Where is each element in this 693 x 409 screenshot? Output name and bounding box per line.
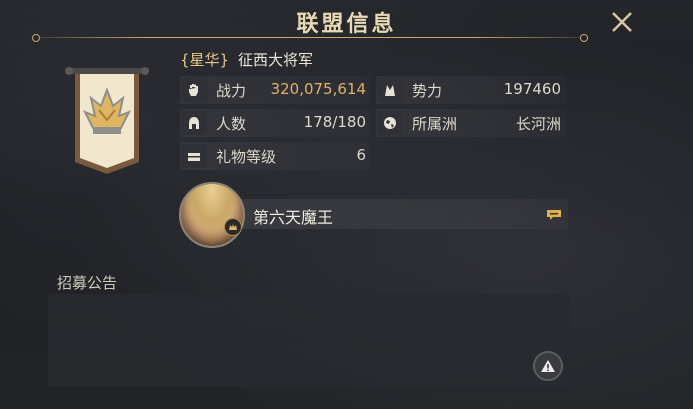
gift-level-value: 6 <box>356 146 366 164</box>
leader-name: 第六天魔王 <box>253 208 334 227</box>
close-icon <box>612 12 632 32</box>
power-value: 320,075,614 <box>270 80 366 98</box>
globe-icon <box>377 111 403 135</box>
influence-label: 势力 <box>412 82 443 100</box>
fist-icon <box>181 78 207 102</box>
region-label: 所属洲 <box>412 115 458 133</box>
close-button[interactable] <box>608 8 636 36</box>
chat-icon[interactable] <box>546 207 562 221</box>
influence-icon <box>377 78 403 102</box>
leader-crown-icon <box>224 218 242 236</box>
power-label: 战力 <box>216 82 247 100</box>
alliance-tag: {星华} <box>180 51 230 69</box>
gift-icon <box>181 144 207 168</box>
alliance-name: 征西大将军 <box>238 51 314 69</box>
warning-icon <box>541 360 555 372</box>
members-value: 178/180 <box>303 113 366 131</box>
recruit-announcement <box>48 294 570 387</box>
gift-level-label: 礼物等级 <box>216 148 277 166</box>
page-title: 联盟信息 <box>296 12 397 37</box>
title-divider <box>32 34 588 42</box>
members-label: 人数 <box>216 115 247 133</box>
alliance-banner-icon <box>65 66 149 178</box>
avatar[interactable] <box>179 182 245 248</box>
recruit-label: 招募公告 <box>57 274 118 292</box>
region-value: 长河洲 <box>515 115 561 133</box>
helmet-icon <box>181 111 207 135</box>
influence-value: 197460 <box>503 80 561 98</box>
report-button[interactable] <box>533 351 563 381</box>
